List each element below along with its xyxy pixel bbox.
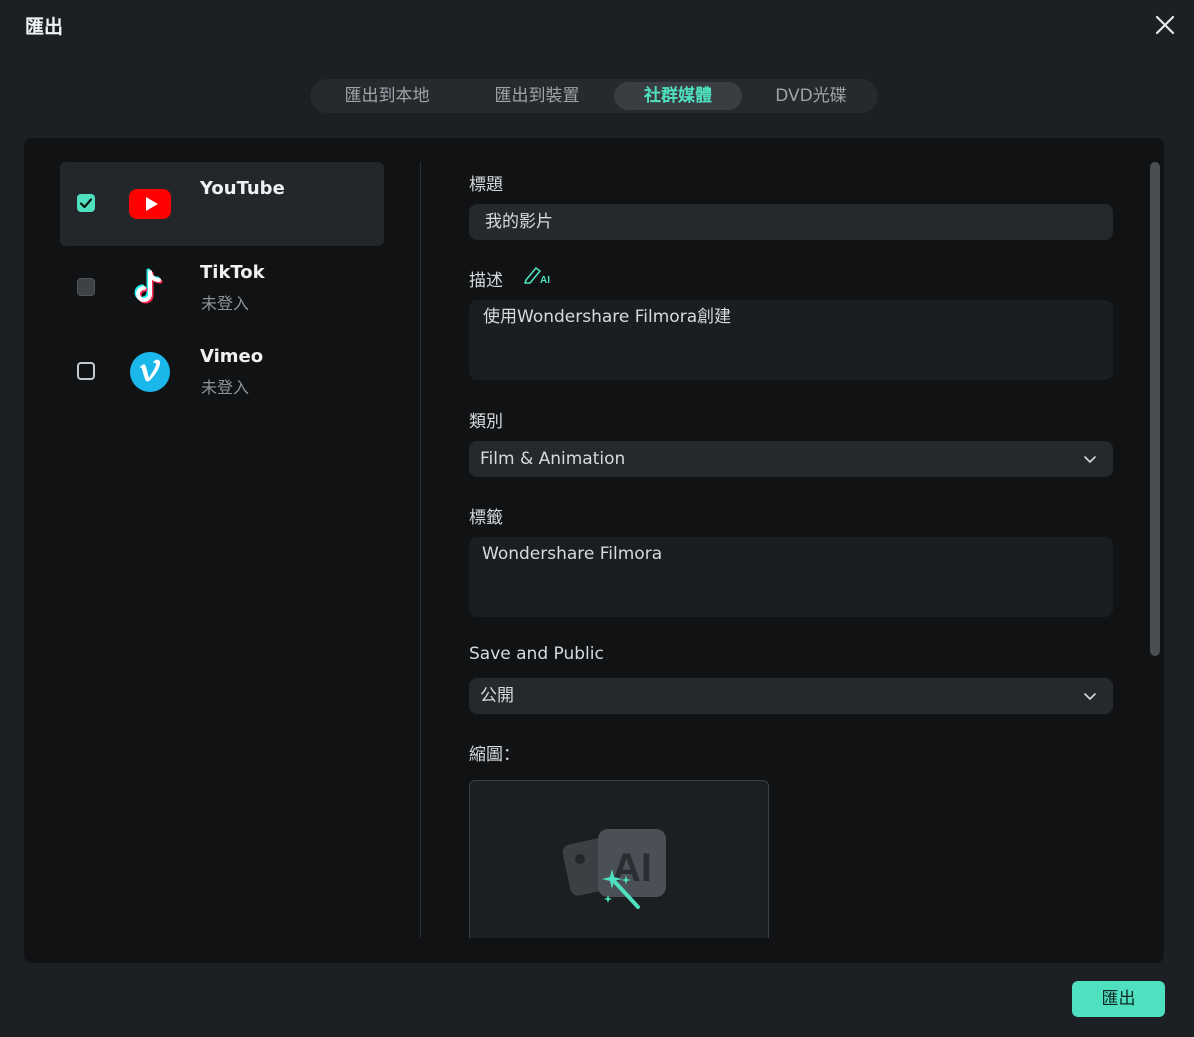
title-label: 標題 <box>469 175 503 195</box>
tiktok-icon <box>134 268 163 304</box>
description-textarea[interactable]: 使用Wondershare Filmora創建 <box>469 300 1113 380</box>
form-scrollbar[interactable] <box>1150 162 1160 656</box>
youtube-icon <box>129 189 171 219</box>
ai-write-icon[interactable]: AI <box>522 263 552 285</box>
category-label: 類別 <box>469 412 503 432</box>
privacy-value: 公開 <box>480 686 514 706</box>
login-status: 未登入 <box>201 378 250 397</box>
thumbnail-picker[interactable]: AI <box>469 780 769 938</box>
category-select[interactable]: Film & Animation <box>469 441 1113 477</box>
platform-youtube[interactable]: YouTube <box>60 162 384 246</box>
close-button[interactable] <box>1152 12 1178 38</box>
content-panel: YouTube TikTok 未登入 Vimeo 未登入 標題 我的影片 描述 … <box>24 138 1164 963</box>
panel-divider <box>420 162 421 938</box>
description-label: 描述 <box>469 271 503 291</box>
dialog-title: 匯出 <box>25 16 64 38</box>
title-input[interactable]: 我的影片 <box>469 204 1113 240</box>
ai-thumbnail-icon: AI <box>562 829 666 909</box>
platform-name: TikTok <box>200 262 265 283</box>
upload-form: 標題 我的影片 描述 AI 使用Wondershare Filmora創建 類別… <box>469 138 1115 938</box>
export-button[interactable]: 匯出 <box>1072 981 1165 1017</box>
svg-text:AI: AI <box>540 275 550 285</box>
tiktok-checkbox[interactable] <box>77 278 95 296</box>
tab-social-media[interactable]: 社群媒體 <box>614 82 742 110</box>
platform-vimeo[interactable]: Vimeo 未登入 <box>60 330 384 414</box>
vimeo-icon <box>130 352 170 392</box>
platform-name: Vimeo <box>200 346 264 367</box>
tab-dvd[interactable]: DVD光碟 <box>746 82 876 110</box>
privacy-select[interactable]: 公開 <box>469 678 1113 714</box>
tags-textarea[interactable]: Wondershare Filmora <box>469 537 1113 617</box>
vimeo-checkbox[interactable] <box>77 362 95 380</box>
tags-label: 標籤 <box>469 508 503 528</box>
close-icon <box>1155 15 1175 35</box>
checkmark-icon <box>79 198 93 209</box>
thumbnail-label: 縮圖： <box>469 745 520 765</box>
tab-device[interactable]: 匯出到裝置 <box>468 82 606 110</box>
category-value: Film & Animation <box>480 449 626 469</box>
chevron-down-icon <box>1084 456 1096 463</box>
platform-tiktok[interactable]: TikTok 未登入 <box>60 246 384 330</box>
tab-local[interactable]: 匯出到本地 <box>318 82 456 110</box>
export-tabs: 匯出到本地 匯出到裝置 社群媒體 DVD光碟 <box>310 79 878 113</box>
youtube-checkbox[interactable] <box>77 194 95 212</box>
chevron-down-icon <box>1084 693 1096 700</box>
privacy-label: Save and Public <box>469 644 604 664</box>
export-dialog: 匯出 匯出到本地 匯出到裝置 社群媒體 DVD光碟 YouTube TikTok… <box>0 0 1194 1037</box>
login-status: 未登入 <box>201 294 250 313</box>
platform-name: YouTube <box>200 178 285 199</box>
